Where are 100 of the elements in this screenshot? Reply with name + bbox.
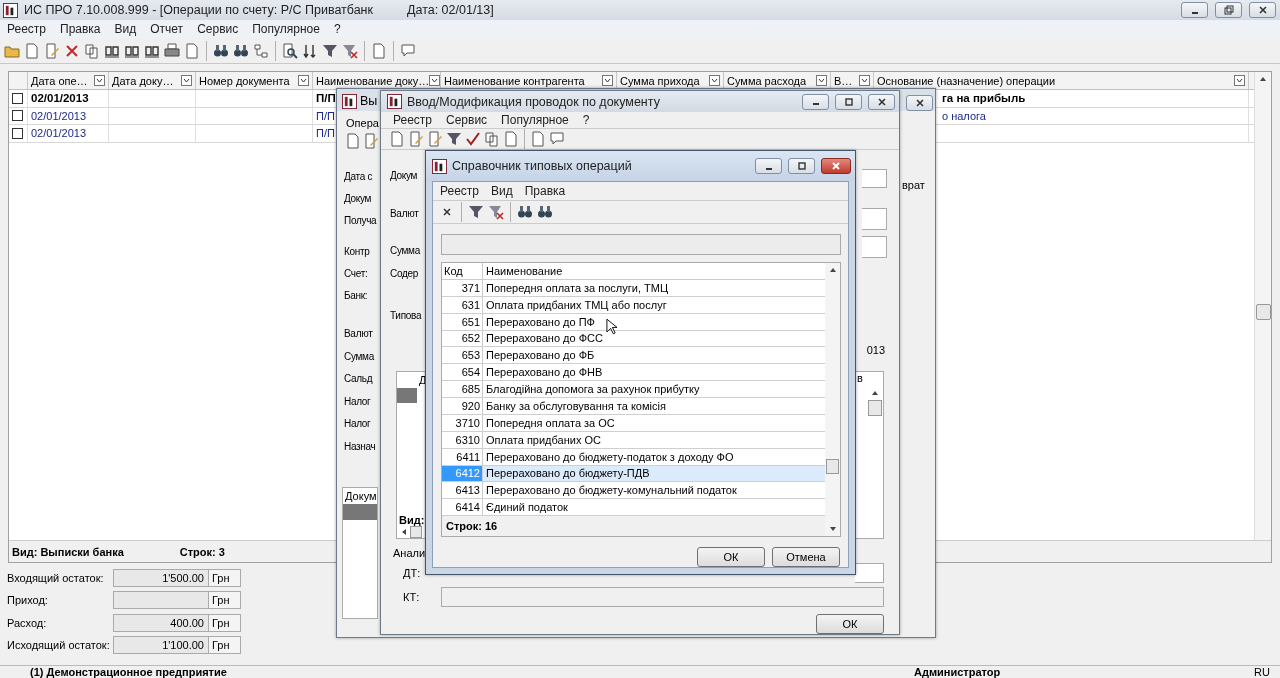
column-header[interactable]: Основание (назначение) операции xyxy=(877,74,1056,87)
table-row[interactable]: 654 Перераховано до ФНВ xyxy=(442,364,825,382)
minimize-button[interactable] xyxy=(1181,2,1208,18)
input-field[interactable] xyxy=(862,208,887,231)
ok-button[interactable]: ОК xyxy=(697,547,765,567)
minimize-button[interactable] xyxy=(802,93,829,110)
column-header[interactable]: Сумма расхода xyxy=(727,74,807,87)
menu-item[interactable]: Отчет xyxy=(150,22,184,36)
column-header[interactable]: В… xyxy=(834,74,853,87)
close-button[interactable] xyxy=(868,93,895,110)
filter-icon[interactable] xyxy=(322,42,338,59)
dropdown-icon[interactable] xyxy=(298,75,309,86)
close-button[interactable] xyxy=(1249,2,1276,18)
scrollbar[interactable] xyxy=(825,263,840,536)
copy-icon[interactable] xyxy=(484,131,500,148)
close-button[interactable] xyxy=(821,158,851,174)
scroll-thumb[interactable] xyxy=(1255,304,1271,320)
magnifier-icon[interactable] xyxy=(282,42,298,59)
selected-row[interactable] xyxy=(343,503,377,520)
menu-item[interactable]: Реестр xyxy=(440,184,479,198)
column-header[interactable]: Номер документа xyxy=(199,74,290,87)
binoculars-icon[interactable] xyxy=(517,204,533,220)
sort-icon[interactable] xyxy=(302,42,318,59)
menu-item[interactable]: Сервис xyxy=(446,113,488,128)
filter-icon[interactable] xyxy=(446,131,462,148)
edit-icon[interactable] xyxy=(44,42,60,59)
column-header[interactable]: Наименование контрагента xyxy=(444,74,585,87)
row-checkbox[interactable] xyxy=(12,92,23,104)
input-field[interactable] xyxy=(862,236,887,259)
scrollbar[interactable] xyxy=(1254,72,1271,540)
edit-icon[interactable] xyxy=(408,131,424,148)
search-field[interactable] xyxy=(441,234,841,255)
scroll-thumb[interactable] xyxy=(868,399,882,416)
menu-item[interactable]: Сервис xyxy=(197,22,239,36)
maximize-button[interactable] xyxy=(788,158,815,174)
document-icon[interactable] xyxy=(345,133,361,149)
menu-item[interactable]: Правка xyxy=(524,184,566,198)
binoculars-icon[interactable] xyxy=(213,42,229,59)
maximize-button[interactable] xyxy=(835,93,862,110)
check-icon[interactable] xyxy=(465,131,481,148)
table-row[interactable]: 920 Банку за обслуговування та комісія xyxy=(442,398,825,415)
clear-filter-icon[interactable] xyxy=(488,204,504,220)
menu-item[interactable]: ? xyxy=(582,113,590,128)
date-field[interactable]: 013 xyxy=(866,344,887,357)
dropdown-icon[interactable] xyxy=(816,75,827,86)
column-header[interactable]: Сумма прихода xyxy=(620,74,700,87)
ok-button[interactable]: ОК xyxy=(816,614,884,634)
menu-item[interactable]: Правка xyxy=(60,22,101,36)
table-row[interactable]: 653 Перераховано до ФБ xyxy=(442,347,825,365)
menu-item[interactable]: Популярное xyxy=(252,22,320,36)
selected-row[interactable] xyxy=(397,387,417,403)
copy-icon[interactable] xyxy=(84,42,100,59)
dropdown-icon[interactable] xyxy=(859,75,870,86)
table-row[interactable]: 6413 Перераховано до бюджету-комунальний податок xyxy=(442,482,825,500)
menu-item[interactable]: Вид xyxy=(114,22,137,36)
column-header[interactable]: Дата доку… xyxy=(112,74,174,87)
dropdown-icon[interactable] xyxy=(181,75,192,86)
input-field[interactable] xyxy=(862,169,887,189)
close-button[interactable] xyxy=(906,95,933,111)
menu-item[interactable]: Вид xyxy=(491,184,513,198)
table-row[interactable]: 631 Оплата придбаних ТМЦ або послуг xyxy=(442,296,825,314)
restore-button[interactable] xyxy=(1215,2,1242,18)
dropdown-icon[interactable] xyxy=(602,75,613,86)
row-checkbox[interactable] xyxy=(12,110,23,122)
scroll-up-icon[interactable] xyxy=(1259,75,1267,83)
dropdown-icon[interactable] xyxy=(709,75,720,86)
scroll-down-icon[interactable] xyxy=(828,525,837,533)
printer-icon[interactable] xyxy=(164,42,180,59)
menu-item[interactable]: Реестр xyxy=(7,22,46,36)
scroll-up-icon[interactable] xyxy=(828,266,837,274)
minimize-button[interactable] xyxy=(755,158,782,174)
edit-icon[interactable] xyxy=(363,133,379,149)
cancel-button[interactable]: Отмена xyxy=(772,547,840,567)
dropdown-icon[interactable] xyxy=(1234,75,1245,86)
table-row[interactable]: 6411 Перераховано до бюджету-податок з доходу ФО xyxy=(442,448,825,466)
input-field[interactable] xyxy=(441,587,884,607)
column-header[interactable]: Дата опе… xyxy=(31,74,88,87)
dropdown-icon[interactable] xyxy=(429,75,441,86)
dropdown-icon[interactable] xyxy=(94,75,105,86)
table-row[interactable]: 685 Благодійна допомога за рахунок прибутку xyxy=(442,381,825,398)
hierarchy-icon[interactable] xyxy=(253,42,269,59)
restore-icon xyxy=(1223,5,1234,15)
scroll-left-icon[interactable] xyxy=(400,528,408,536)
column-header[interactable]: Наименование доку… xyxy=(316,74,430,87)
document-icon[interactable] xyxy=(389,131,405,148)
table-row[interactable]: 3710 Попередня оплата за ОС xyxy=(442,414,825,432)
filter-icon[interactable] xyxy=(468,204,484,220)
scroll-thumb[interactable] xyxy=(410,526,422,538)
menu-item[interactable]: Опера xyxy=(346,117,379,129)
menu-item[interactable]: ? xyxy=(333,22,341,36)
document-icon[interactable] xyxy=(24,42,40,59)
input-field[interactable] xyxy=(855,563,884,583)
menu-item[interactable]: Реестр xyxy=(393,113,432,128)
clear-filter-icon[interactable] xyxy=(342,42,358,59)
chat-icon[interactable] xyxy=(400,42,416,59)
menu-item[interactable]: Популярное xyxy=(501,113,569,128)
row-checkbox[interactable] xyxy=(12,127,23,139)
table-row[interactable]: 6310 Оплата придбаних ОС xyxy=(442,431,825,449)
table-row[interactable]: 371 Попередня оплата за послуги, ТМЦ xyxy=(442,279,825,297)
scroll-thumb[interactable] xyxy=(826,459,839,474)
